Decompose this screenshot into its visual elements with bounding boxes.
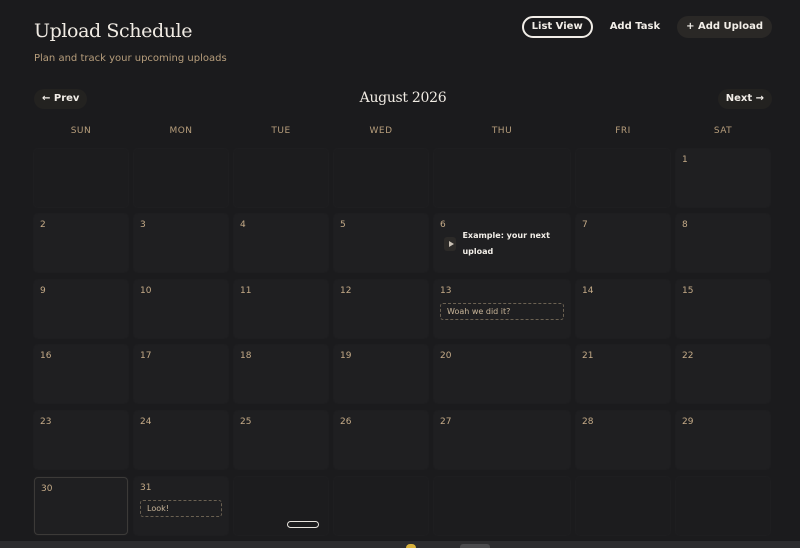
calendar-day-31[interactable]: 31 Look! <box>134 477 228 535</box>
page-title: Upload Schedule <box>34 20 193 42</box>
calendar-day-19[interactable]: 19 <box>334 345 428 403</box>
task-event[interactable]: Look! <box>140 500 222 517</box>
day-number: 11 <box>240 286 252 296</box>
weekday-sat: SAT <box>713 126 733 136</box>
calendar-day-5[interactable]: 5 <box>334 214 428 272</box>
calendar-day-9[interactable]: 9 <box>34 280 128 338</box>
calendar-day-15[interactable]: 15 <box>676 280 770 338</box>
add-upload-button[interactable]: + Add Upload <box>677 16 772 38</box>
list-view-button[interactable]: List View <box>521 16 593 38</box>
day-number: 22 <box>682 351 694 361</box>
day-number: 9 <box>40 286 46 296</box>
day-number: 27 <box>440 417 452 427</box>
calendar-cell-empty <box>434 477 570 535</box>
day-number: 13 <box>440 286 452 296</box>
task-event[interactable]: Woah we did it? <box>440 303 564 320</box>
bottom-indicator-tab <box>460 544 490 548</box>
day-number: 23 <box>40 417 52 427</box>
day-number: 30 <box>41 484 53 494</box>
header-actions: List View Add Task + Add Upload <box>521 16 772 38</box>
calendar-cell-empty <box>676 477 770 535</box>
calendar-day-22[interactable]: 22 <box>676 345 770 403</box>
next-month-button[interactable]: Next → <box>717 89 772 109</box>
add-task-button[interactable]: Add Task <box>601 16 669 38</box>
calendar-cell-empty <box>334 149 428 207</box>
calendar-day-16[interactable]: 16 <box>34 345 128 403</box>
bottom-indicator-dot <box>406 544 416 548</box>
calendar-day-24[interactable]: 24 <box>134 411 228 469</box>
calendar-day-7[interactable]: 7 <box>576 214 670 272</box>
upload-event-label: Example: your next upload <box>462 231 550 256</box>
scroll-handle[interactable] <box>287 521 319 528</box>
day-number: 20 <box>440 351 452 361</box>
day-number: 15 <box>682 286 694 296</box>
bottom-bar <box>0 541 800 548</box>
month-navigation: ← Prev August 2026 Next → <box>34 89 772 109</box>
day-number: 19 <box>340 351 352 361</box>
day-number: 14 <box>582 286 594 296</box>
calendar-day-2[interactable]: 2 <box>34 214 128 272</box>
calendar-day-26[interactable]: 26 <box>334 411 428 469</box>
calendar-cell-empty <box>576 477 670 535</box>
day-number: 7 <box>582 220 588 230</box>
weekday-mon: MON <box>169 126 193 136</box>
day-number: 5 <box>340 220 346 230</box>
calendar-cell-empty <box>576 149 670 207</box>
month-title: August 2026 <box>359 90 447 106</box>
day-number: 24 <box>140 417 152 427</box>
day-number: 8 <box>682 220 688 230</box>
calendar-day-17[interactable]: 17 <box>134 345 228 403</box>
calendar-day-25[interactable]: 25 <box>234 411 328 469</box>
calendar-day-3[interactable]: 3 <box>134 214 228 272</box>
calendar-day-23[interactable]: 23 <box>34 411 128 469</box>
calendar-day-12[interactable]: 12 <box>334 280 428 338</box>
day-number: 3 <box>140 220 146 230</box>
weekday-sun: SUN <box>70 126 92 136</box>
calendar-day-11[interactable]: 11 <box>234 280 328 338</box>
weekday-header: SUN MON TUE WED THU FRI SAT <box>0 126 800 138</box>
day-number: 26 <box>340 417 352 427</box>
day-number: 16 <box>40 351 52 361</box>
play-icon <box>444 237 457 251</box>
calendar-day-10[interactable]: 10 <box>134 280 228 338</box>
day-number: 29 <box>682 417 694 427</box>
calendar-cell-empty <box>434 149 570 207</box>
calendar-day-4[interactable]: 4 <box>234 214 328 272</box>
day-number: 12 <box>340 286 352 296</box>
calendar-cell-empty <box>234 149 328 207</box>
calendar-day-13[interactable]: 13 Woah we did it? <box>434 280 570 338</box>
calendar-day-18[interactable]: 18 <box>234 345 328 403</box>
calendar-cell-empty <box>334 477 428 535</box>
calendar-day-8[interactable]: 8 <box>676 214 770 272</box>
day-number: 21 <box>582 351 594 361</box>
day-number: 17 <box>140 351 152 361</box>
calendar-day-29[interactable]: 29 <box>676 411 770 469</box>
day-number: 18 <box>240 351 252 361</box>
weekday-wed: WED <box>369 126 393 136</box>
weekday-tue: TUE <box>271 126 291 136</box>
weekday-fri: FRI <box>615 126 631 136</box>
day-number: 28 <box>582 417 594 427</box>
calendar-day-6[interactable]: 6 Example: your next upload <box>434 214 570 272</box>
day-number: 6 <box>440 220 446 230</box>
day-number: 2 <box>40 220 46 230</box>
calendar-day-14[interactable]: 14 <box>576 280 670 338</box>
calendar-cell-empty <box>34 149 128 207</box>
day-number: 4 <box>240 220 246 230</box>
calendar-day-30[interactable]: 30 <box>34 477 128 535</box>
calendar-day-27[interactable]: 27 <box>434 411 570 469</box>
day-number: 31 <box>140 483 152 493</box>
day-number: 1 <box>682 155 688 165</box>
calendar-day-28[interactable]: 28 <box>576 411 670 469</box>
calendar-cell-empty <box>134 149 228 207</box>
upload-event[interactable]: Example: your next upload <box>444 231 570 256</box>
day-number: 10 <box>140 286 152 296</box>
calendar-day-21[interactable]: 21 <box>576 345 670 403</box>
weekday-thu: THU <box>491 126 513 136</box>
page-subtitle: Plan and track your upcoming uploads <box>34 53 227 64</box>
day-number: 25 <box>240 417 252 427</box>
calendar-day-1[interactable]: 1 <box>676 149 770 207</box>
calendar-day-20[interactable]: 20 <box>434 345 570 403</box>
